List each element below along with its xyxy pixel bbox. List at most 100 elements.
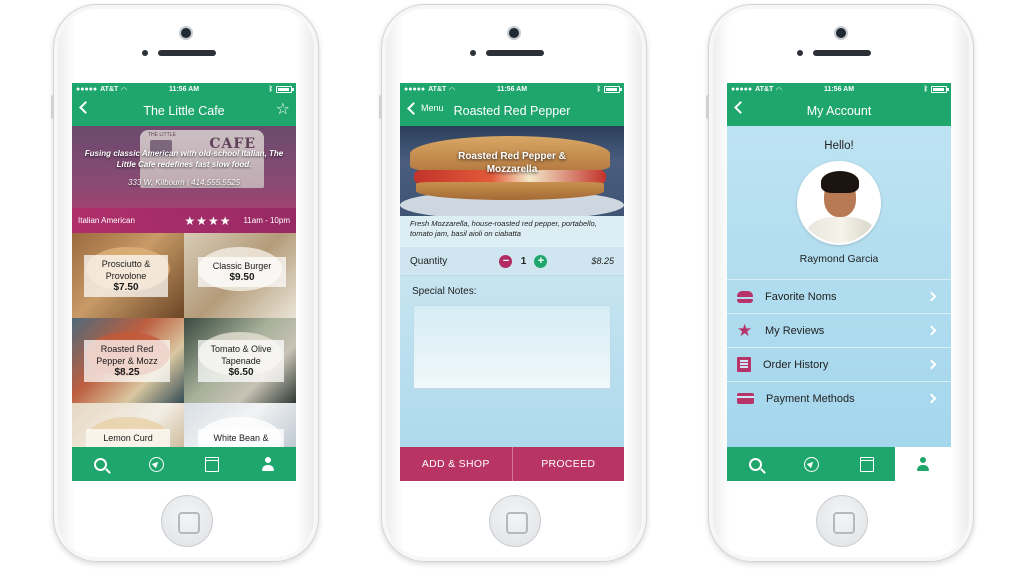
- front-camera: [181, 28, 191, 38]
- menu-icon: [860, 456, 874, 472]
- menu-item-order-history[interactable]: Order History: [727, 347, 951, 381]
- status-time: 11:56 AM: [823, 86, 855, 93]
- chevron-left-icon: [734, 101, 747, 114]
- quantity-increase-button[interactable]: +: [534, 254, 548, 268]
- tab-account[interactable]: [895, 447, 951, 481]
- restaurant-info-strip: Italian American ★★★★ 11am - 10pm: [72, 208, 296, 233]
- menu-item-my-reviews[interactable]: ★ My Reviews: [727, 313, 951, 347]
- restaurant-hero: THE LITTLE CAFE Fusing classic American …: [72, 126, 296, 233]
- hours-label: 11am - 10pm: [243, 216, 290, 225]
- user-name: Raymond Garcia: [799, 253, 879, 265]
- account-menu: Favorite Noms ★ My Reviews Order History…: [727, 279, 951, 415]
- status-time: 11:56 AM: [496, 86, 528, 93]
- tab-bar: [72, 447, 296, 481]
- search-icon: [748, 457, 762, 471]
- restaurant-tagline: Fusing classic American with old-school …: [84, 149, 284, 169]
- menu-item-payment-methods[interactable]: Payment Methods: [727, 381, 951, 415]
- menu-item-classic-burger[interactable]: Classic Burger $9.50: [184, 233, 296, 318]
- page-title: The Little Cafe: [143, 104, 225, 118]
- earpiece-speaker: [486, 50, 544, 56]
- menu-item-roasted-red-pepper[interactable]: Roasted Red Pepper & Mozz $8.25: [72, 318, 184, 403]
- search-icon: [93, 457, 107, 471]
- tab-search[interactable]: [727, 447, 783, 481]
- tab-bar: [727, 447, 951, 481]
- menu-grid: Prosciutto & Provolone $7.50 Classic Bur…: [72, 233, 296, 451]
- menu-item-label: Classic Burger $9.50: [198, 257, 286, 287]
- battery-icon: [931, 86, 949, 93]
- cuisine-label: Italian American: [78, 216, 135, 225]
- list-icon: [737, 357, 751, 372]
- battery-icon: [276, 86, 294, 93]
- special-notes-label: Special Notes:: [412, 286, 477, 297]
- nav-bar: The Little Cafe ☆: [72, 96, 296, 126]
- proximity-sensor: [797, 50, 803, 56]
- item-hero-caption: Roasted Red Pepper & Mozzarella: [458, 151, 566, 175]
- greeting: Hello!: [824, 140, 854, 152]
- favorite-star-icon[interactable]: ☆: [276, 101, 290, 119]
- back-button[interactable]: Menu: [406, 101, 444, 115]
- add-and-shop-button[interactable]: ADD & SHOP: [400, 447, 512, 481]
- restaurant-address: 333 W. Kilbourn | 414.555.5525: [127, 178, 241, 187]
- proximity-sensor: [142, 50, 148, 56]
- tab-menu[interactable]: [184, 447, 240, 481]
- tab-search[interactable]: [72, 447, 128, 481]
- quantity-row: Quantity − 1 + $8.25: [400, 246, 624, 276]
- menu-item-label: White Bean &: [198, 429, 284, 447]
- tab-nearby[interactable]: [128, 447, 184, 481]
- status-bar: ●●●●● AT&T ◠ 11:56 AM ᛒ: [72, 83, 296, 96]
- chevron-right-icon: [926, 393, 937, 404]
- proximity-sensor: [470, 50, 476, 56]
- item-detail-body: Fresh Mozzarella, house-roasted red pepp…: [400, 216, 624, 481]
- user-icon: [917, 457, 929, 471]
- screen-account: ●●●●● AT&T ◠ 11:56 AM ᛒ My Account Hello! …: [727, 83, 951, 481]
- menu-item-lemon-curd[interactable]: Lemon Curd: [72, 403, 184, 451]
- tab-nearby[interactable]: [783, 447, 839, 481]
- back-button[interactable]: [78, 101, 92, 114]
- item-hero-image: Roasted Red Pepper & Mozzarella: [400, 126, 624, 216]
- quantity-label: Quantity: [410, 255, 448, 267]
- chevron-left-icon: [407, 101, 420, 115]
- home-button[interactable]: [161, 495, 213, 547]
- back-label: Menu: [421, 103, 444, 113]
- menu-item-label: Lemon Curd: [86, 429, 170, 447]
- chevron-right-icon: [926, 291, 937, 302]
- star-icon: ★: [737, 320, 753, 340]
- navigation-icon: [148, 456, 164, 472]
- chevron-right-icon: [926, 359, 937, 370]
- tab-account[interactable]: [240, 447, 296, 481]
- action-bar: ADD & SHOP PROCEED: [400, 447, 624, 481]
- item-price: $8.25: [591, 256, 614, 266]
- proceed-button[interactable]: PROCEED: [511, 447, 625, 481]
- back-button[interactable]: [733, 101, 747, 114]
- burger-icon: [737, 290, 753, 303]
- home-button[interactable]: [489, 495, 541, 547]
- menu-item-tomato-olive[interactable]: Tomato & Olive Tapenade $6.50: [184, 318, 296, 403]
- nav-bar: Menu Roasted Red Pepper: [400, 96, 624, 126]
- menu-item-prosciutto[interactable]: Prosciutto & Provolone $7.50: [72, 233, 184, 318]
- phone-frame-1: ●●●●● AT&T ◠ 11:56 AM ᛒ The Little Cafe ☆ …: [51, 4, 319, 562]
- front-camera: [509, 28, 519, 38]
- quantity-decrease-button[interactable]: −: [499, 254, 513, 268]
- phone-frame-2: ●●●●● AT&T ◠ 11:56 AM ᛒ Menu Roasted Red P…: [379, 4, 647, 562]
- chevron-left-icon: [79, 101, 92, 114]
- credit-card-icon: [737, 393, 754, 404]
- item-description: Fresh Mozzarella, house-roasted red pepp…: [400, 216, 624, 246]
- battery-icon: [604, 86, 622, 93]
- home-button[interactable]: [816, 495, 868, 547]
- status-time: 11:56 AM: [168, 86, 200, 93]
- tab-menu[interactable]: [839, 447, 895, 481]
- rating-stars: ★★★★: [184, 213, 232, 228]
- avatar[interactable]: [797, 161, 881, 245]
- page-title: Roasted Red Pepper: [453, 104, 571, 118]
- status-bar: ●●●●● AT&T ◠ 11:56 AM ᛒ: [727, 83, 951, 96]
- special-notes-input[interactable]: [413, 305, 611, 389]
- menu-icon: [205, 456, 219, 472]
- menu-item-favorite-noms[interactable]: Favorite Noms: [727, 279, 951, 313]
- screen-restaurant: ●●●●● AT&T ◠ 11:56 AM ᛒ The Little Cafe ☆ …: [72, 83, 296, 481]
- truck-small-text: THE LITTLE: [148, 132, 176, 138]
- navigation-icon: [803, 456, 819, 472]
- menu-item-white-bean[interactable]: White Bean &: [184, 403, 296, 451]
- screen-item-detail: ●●●●● AT&T ◠ 11:56 AM ᛒ Menu Roasted Red P…: [400, 83, 624, 481]
- page-title: My Account: [806, 104, 872, 118]
- menu-item-label: Tomato & Olive Tapenade $6.50: [198, 340, 284, 382]
